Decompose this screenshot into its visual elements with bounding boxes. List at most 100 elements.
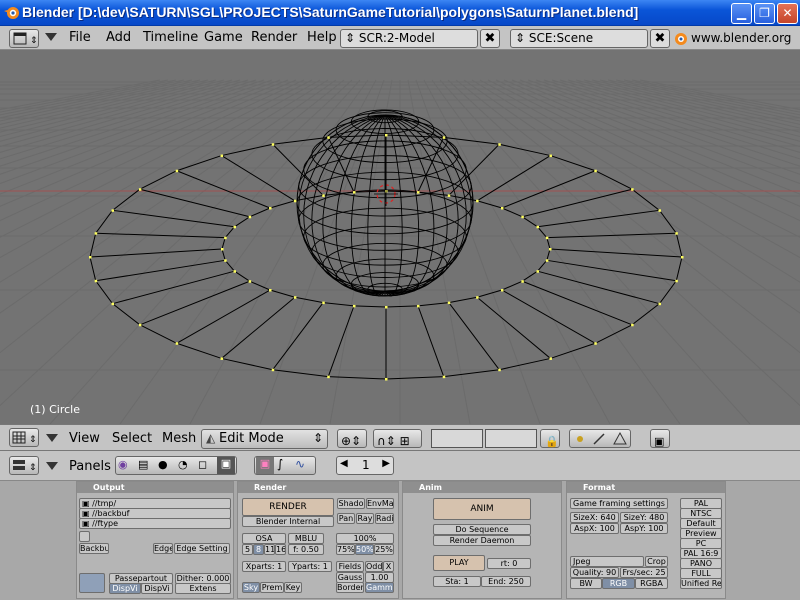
do-sequence-toggle[interactable]: Do Sequence [433, 524, 531, 535]
screen-selector[interactable]: ⇕ SCR:2-Model [340, 29, 478, 48]
render-button[interactable]: RENDER [242, 498, 334, 516]
xparts-field[interactable]: Xparts: 1 [242, 561, 286, 572]
size-75[interactable]: 75% [336, 544, 355, 555]
sizex-field[interactable]: SizeX: 640 [570, 512, 619, 523]
radio-toggle[interactable]: Radi [375, 513, 394, 524]
image-format-selector[interactable]: Jpeg [570, 556, 644, 567]
pivot-selector[interactable]: ⊕⇕ [337, 429, 367, 448]
mode-selector[interactable]: ◭ Edit Mode ⇕ [201, 429, 328, 449]
restore-button[interactable]: ❐ [754, 3, 775, 24]
menu-game[interactable]: Game [204, 30, 243, 45]
panels-menu[interactable]: Panels [69, 459, 111, 474]
pano-toggle[interactable]: Pan [337, 513, 355, 524]
sizey-field[interactable]: SizeY: 480 [620, 512, 668, 523]
window-type-selector[interactable]: ⇕ [9, 29, 39, 48]
ray-toggle[interactable]: Ray [356, 513, 374, 524]
edge-settings-button[interactable]: Edge Setting [174, 543, 230, 554]
aspy-field[interactable]: AspY: 100 [620, 523, 668, 534]
title-bar: Blender [D:\dev\SATURN\SGL\PROJECTS\Satu… [0, 0, 800, 26]
menu-timeline[interactable]: Timeline [143, 30, 198, 45]
3d-viewport[interactable] [0, 50, 800, 424]
osa-5[interactable]: 5 [242, 544, 253, 555]
panels-collapse-icon[interactable] [46, 462, 58, 470]
small-toggle[interactable] [79, 531, 90, 542]
render-daemon-toggle[interactable]: Render Daemon [433, 535, 531, 546]
delete-scene-button[interactable]: ✖ [650, 29, 670, 48]
menu-mesh[interactable]: Mesh [162, 431, 196, 446]
scene-subcontext-buttons[interactable]: ▣ ∫ ∿ [254, 456, 316, 475]
menu-add[interactable]: Add [106, 30, 131, 45]
manipulator-toggle[interactable]: ∩⇕ ⊞ [373, 429, 422, 448]
osa-16[interactable]: 16 [275, 544, 286, 555]
delete-screen-button[interactable]: ✖ [480, 29, 500, 48]
gamma-toggle[interactable]: Gamma [365, 582, 394, 593]
layer-buttons-2[interactable] [485, 429, 537, 448]
ring-spoke [549, 248, 683, 258]
window-type-selector[interactable]: ⇕ [9, 456, 39, 475]
rgb-toggle[interactable]: RGB [602, 578, 635, 589]
rgba-toggle[interactable]: RGBA [635, 578, 668, 589]
fields-toggle[interactable]: Fields [336, 561, 364, 572]
renderer-selector[interactable]: Blender Internal [242, 516, 334, 527]
size-50[interactable]: 50% [355, 544, 374, 555]
start-frame-field[interactable]: Sta: 1 [433, 576, 481, 587]
window-type-selector[interactable]: ⇕ [9, 428, 39, 447]
fps-field[interactable]: Frs/sec: 25 [620, 567, 668, 578]
x-icon: ✖ [484, 31, 496, 46]
envmap-toggle[interactable]: EnvMa [366, 498, 394, 509]
quality-field[interactable]: Quality: 90 [570, 567, 619, 578]
osa-8[interactable]: 8 [253, 544, 264, 555]
rt-field[interactable]: rt: 0 [487, 558, 531, 569]
ring-vertex [322, 194, 325, 197]
layer-lock-button[interactable]: 🔒 [540, 429, 560, 448]
menu-view[interactable]: View [69, 431, 100, 446]
key-toggle[interactable]: Key [284, 582, 302, 593]
mblur-toggle[interactable]: MBLU [288, 533, 324, 544]
menu-collapse-icon[interactable] [45, 33, 57, 41]
3d-cursor-icon[interactable] [374, 182, 398, 206]
website-link[interactable]: www.blender.org [691, 31, 791, 45]
dispview-toggle[interactable]: DispVi [109, 583, 141, 594]
ring-vertex [521, 280, 524, 283]
anim-button[interactable]: ANIM [433, 498, 531, 520]
minimize-button[interactable]: ▁ [731, 3, 752, 24]
shadow-toggle[interactable]: Shado [337, 498, 365, 509]
bw-toggle[interactable]: BW [570, 578, 602, 589]
render-preview-button[interactable]: ▣ [650, 429, 670, 448]
context-buttons[interactable]: ◉ ▤ ● ◔ ◻ ▣ [115, 456, 237, 475]
size-25[interactable]: 25% [374, 544, 394, 555]
close-button[interactable]: ✕ [777, 3, 798, 24]
ftype-path-field[interactable]: ▣ //ftype [79, 518, 231, 529]
odd-toggle[interactable]: Odd [365, 561, 383, 572]
frame-number-field[interactable]: ◀ 1 ▶ [336, 456, 394, 475]
menu-file[interactable]: File [69, 30, 91, 45]
border-toggle[interactable]: Border [336, 582, 364, 593]
unified-renderer-toggle[interactable]: Unified Re [680, 578, 722, 589]
extensions-toggle[interactable]: Extens [175, 583, 231, 594]
select-mode-buttons[interactable] [569, 429, 631, 448]
end-frame-field[interactable]: End: 250 [481, 576, 531, 587]
play-button[interactable]: PLAY [433, 555, 485, 571]
ring-vertex [500, 289, 504, 292]
aspx-field[interactable]: AspX: 100 [570, 523, 619, 534]
blur-factor-field[interactable]: f: 0.50 [288, 544, 324, 555]
edge-toggle[interactable]: Edge [153, 543, 173, 554]
backbuf-toggle[interactable]: Backbu [79, 543, 109, 554]
scene-selector[interactable]: ⇕ SCE:Scene [510, 29, 648, 48]
osa-toggle[interactable]: OSA [242, 533, 286, 544]
dispwin-grid[interactable] [79, 573, 105, 593]
sky-toggle[interactable]: Sky [242, 582, 260, 593]
menu-help[interactable]: Help [307, 30, 337, 45]
game-framing-button[interactable]: Game framing settings [570, 498, 668, 509]
header-collapse-icon[interactable] [46, 434, 58, 442]
menu-render[interactable]: Render [251, 30, 297, 45]
size-percent-field[interactable]: 100% [336, 533, 394, 544]
x-toggle[interactable]: X [383, 561, 394, 572]
crop-toggle[interactable]: Crop [645, 556, 668, 567]
dispwin-toggle[interactable]: DispVi [141, 583, 173, 594]
layer-buttons-1[interactable] [431, 429, 483, 448]
menu-select[interactable]: Select [112, 431, 152, 446]
yparts-field[interactable]: Yparts: 1 [288, 561, 332, 572]
osa-11[interactable]: 11 [264, 544, 275, 555]
premul-toggle[interactable]: Prem [260, 582, 284, 593]
